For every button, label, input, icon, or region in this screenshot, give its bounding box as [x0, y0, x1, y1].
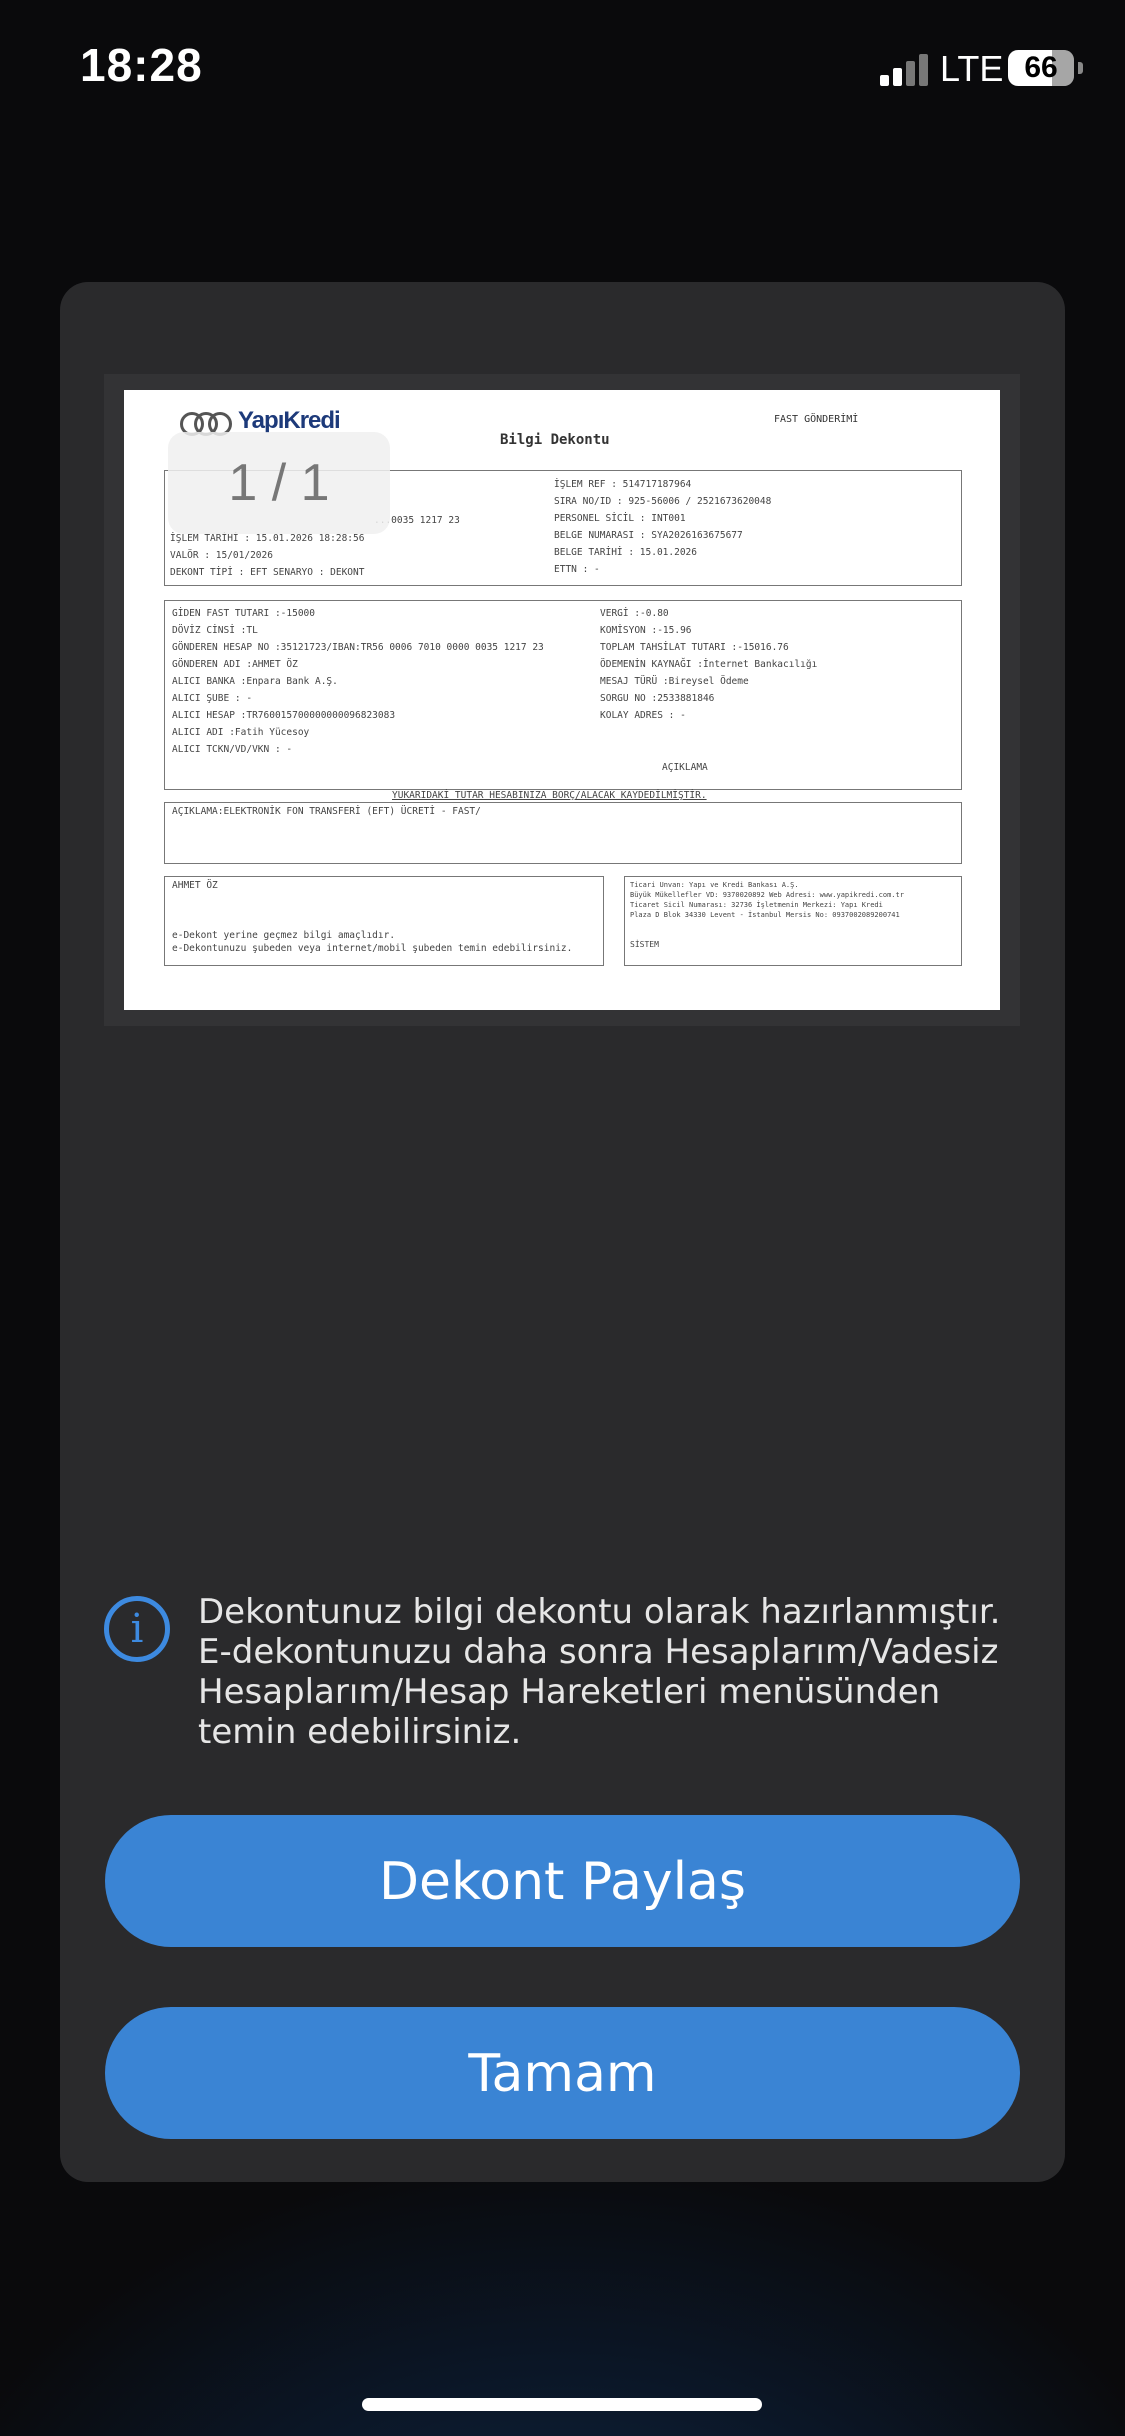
bank-brand: YapıKredi	[238, 407, 341, 434]
footer-right-box	[624, 876, 962, 966]
status-time: 18:28	[80, 39, 203, 91]
doc-line: BELGE NUMARASI : SYA2026163675677	[554, 530, 743, 541]
doc-line: PERSONEL SİCİL : INT001	[554, 513, 686, 524]
aciklama-label: AÇIKLAMA	[662, 762, 708, 773]
doc-line: VALÖR : 15/01/2026	[170, 550, 273, 561]
doc-line: ALICI BANKA :Enpara Bank A.Ş.	[172, 676, 338, 687]
status-bar: 18:28 LTE 66	[0, 0, 1125, 140]
footer-right-sign: SİSTEM	[630, 940, 659, 949]
ok-button[interactable]: Tamam	[105, 2007, 1020, 2139]
doc-line: ALICI TCKN/VD/VKN : -	[172, 744, 293, 755]
doc-line: GÖNDEREN ADI :AHMET ÖZ	[172, 659, 298, 670]
home-indicator[interactable]	[362, 2398, 762, 2411]
doc-line: ÖDEMENİN KAYNAĞI :İnternet Bankacılığı	[600, 659, 818, 670]
doc-line: GİDEN FAST TUTARI :-15000	[172, 608, 315, 619]
doc-line: ETTN : -	[554, 564, 600, 575]
doc-line: MESAJ TÜRÜ :Bireysel Ödeme	[600, 676, 749, 687]
doc-line: GÖNDEREN HESAP NO :35121723/IBAN:TR56 00…	[172, 642, 544, 653]
logo-rings-icon	[180, 410, 232, 436]
doc-line: İŞLEM TARİHİ : 15.01.2026 18:28:56	[170, 533, 365, 544]
doc-line: DÖVİZ CİNSİ :TL	[172, 625, 258, 636]
network-type: LTE	[940, 48, 1004, 89]
footer-right-line: Ticaret Sicil Numarası: 32736 İşletmenin…	[630, 901, 883, 909]
doc-line: KOLAY ADRES : -	[600, 710, 686, 721]
doc-line: İŞLEM REF : 514717187964	[554, 479, 692, 490]
fast-label: FAST GÖNDERİMİ	[774, 414, 859, 425]
document-title: Bilgi Dekontu	[500, 432, 610, 448]
doc-line: ALICI ŞUBE : -	[172, 693, 253, 704]
doc-line: BELGE TARİHİ : 15.01.2026	[554, 547, 697, 558]
doc-line: ALICI ADI :Fatih Yücesoy	[172, 727, 310, 738]
doc-line: DEKONT TİPİ : EFT SENARYO : DEKONT	[170, 567, 365, 578]
battery-tip	[1078, 62, 1083, 74]
footer-right-line: Ticari Unvan: Yapı ve Kredi Bankası A.Ş.	[630, 881, 799, 889]
doc-line: ALICI HESAP :TR760015700000000096823083	[172, 710, 396, 721]
footer-left-line: e-Dekont yerine geçmez bilgi amaçlıdır.	[172, 930, 396, 941]
doc-line: SORGU NO :2533881846	[600, 693, 715, 704]
battery-icon: 66	[1008, 50, 1074, 86]
doc-line: TOPLAM TAHSİLAT TUTARI :-15016.76	[600, 642, 789, 653]
doc-line: KOMİSYON :-15.96	[600, 625, 692, 636]
info-message: Dekontunuz bilgi dekontu olarak hazırlan…	[198, 1592, 1001, 1752]
notice-line: YUKARIDAKİ TUTAR HESABINIZA BORÇ/ALACAK …	[392, 790, 707, 801]
footer-right-line: Plaza D Blok 34330 Levent - İstanbul Mer…	[630, 911, 900, 919]
signal-icon	[880, 54, 928, 86]
doc-line: VERGİ :-0.80	[600, 608, 669, 619]
detail-box	[164, 600, 962, 790]
info-icon: i	[104, 1596, 170, 1662]
page-indicator: 1 / 1	[168, 432, 390, 534]
aciklama-text: AÇIKLAMA:ELEKTRONİK FON TRANSFERİ (EFT) …	[172, 806, 481, 817]
footer-left-line: e-Dekontunuzu şubeden veya internet/mobi…	[172, 943, 573, 954]
footer-left-name: AHMET ÖZ	[172, 880, 218, 891]
footer-right-line: Büyük Mükellefler VD: 9370020892 Web Adr…	[630, 891, 904, 899]
doc-line: SIRA NO/ID : 925-56006 / 2521673620048	[554, 496, 772, 507]
share-receipt-button[interactable]: Dekont Paylaş	[105, 1815, 1020, 1947]
